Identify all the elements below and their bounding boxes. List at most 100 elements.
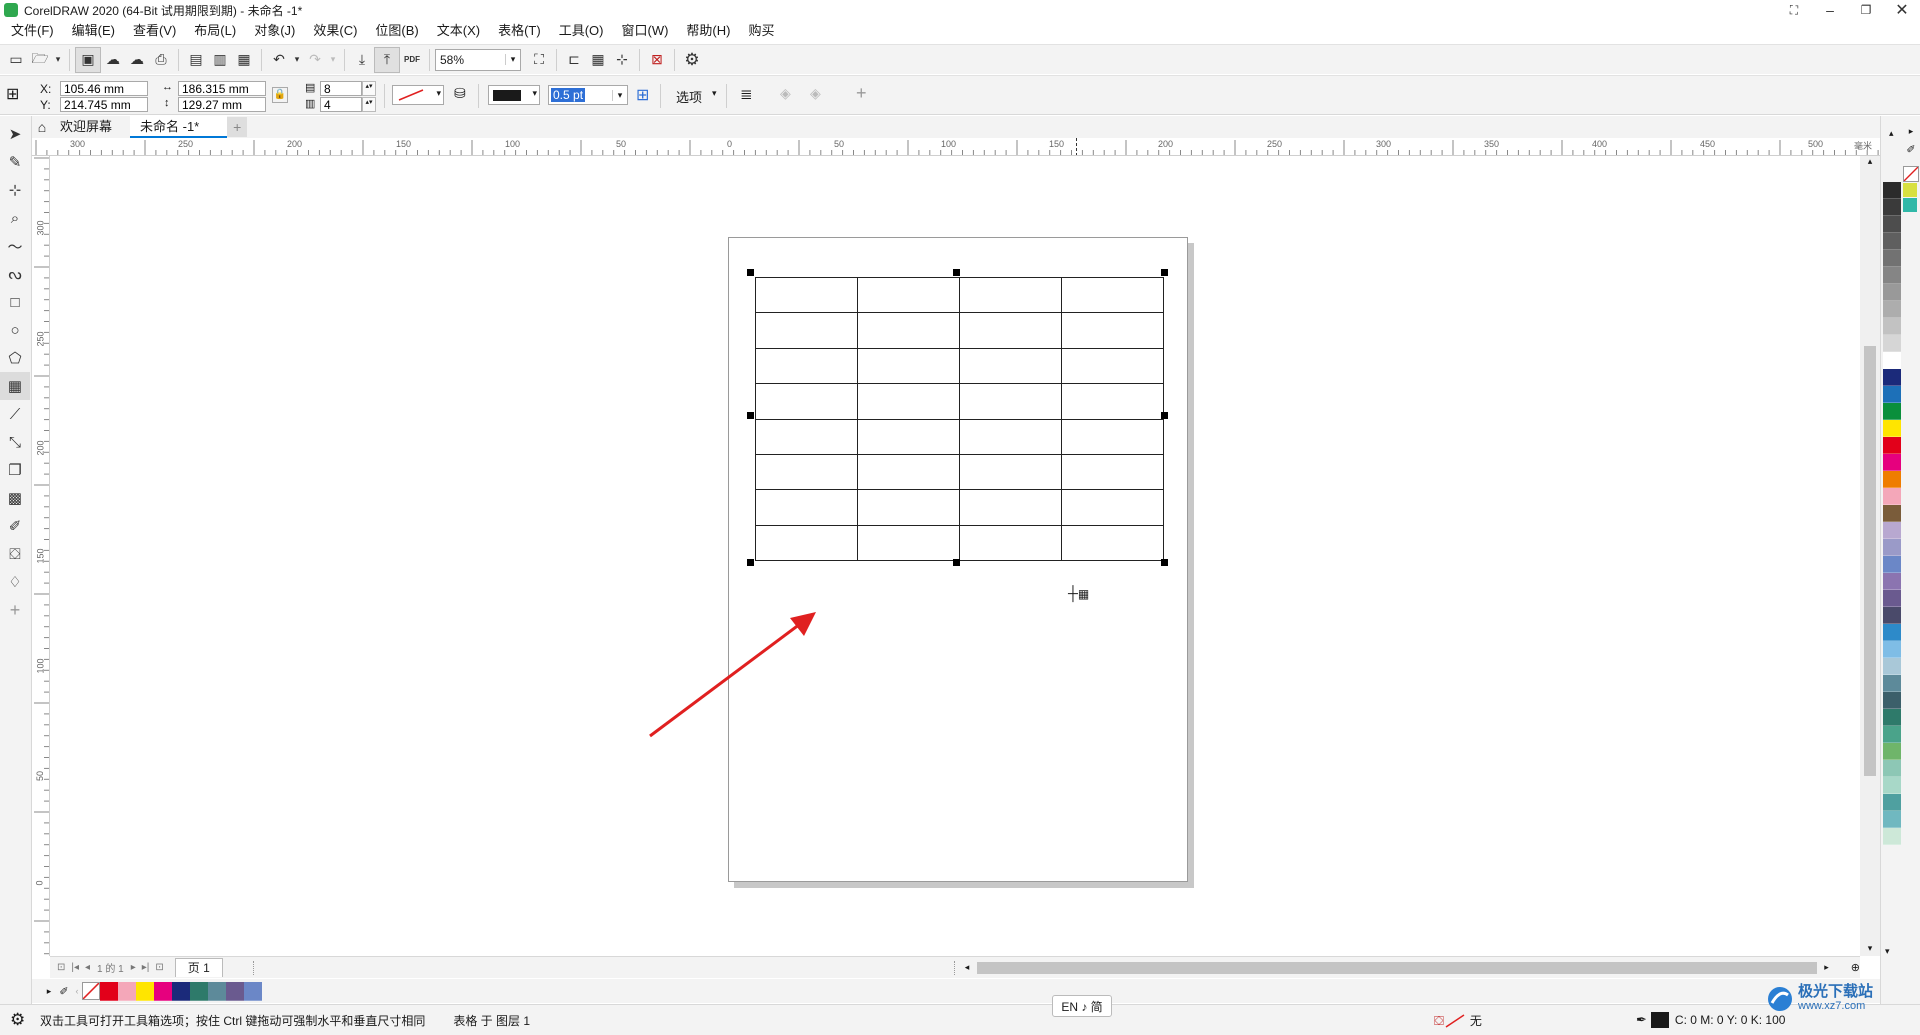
polygon-tool-icon[interactable]: ⬠ bbox=[0, 344, 30, 372]
lock-ratio-icon[interactable]: 🔒 bbox=[272, 87, 288, 103]
palette-swatch[interactable] bbox=[1883, 267, 1901, 284]
cloud-upload-icon[interactable]: ☁ bbox=[101, 48, 125, 72]
minimize-button[interactable]: ‒ bbox=[1812, 0, 1848, 20]
palette-swatch[interactable] bbox=[1883, 539, 1901, 556]
palette-swatch[interactable] bbox=[1883, 794, 1901, 811]
palette-scroll-up-icon[interactable]: ▴ bbox=[1889, 128, 1894, 139]
object-origin-icon[interactable]: ⊞ bbox=[6, 84, 28, 106]
no-color-swatch[interactable] bbox=[1903, 166, 1919, 182]
palette-swatch[interactable] bbox=[1883, 573, 1901, 590]
edit-fill-icon[interactable]: ⛁ bbox=[454, 85, 466, 102]
palette-swatch[interactable] bbox=[1883, 233, 1901, 250]
zoom-tool-icon[interactable]: ⌕ bbox=[0, 204, 30, 232]
palette-swatch[interactable] bbox=[1883, 352, 1901, 369]
menu-object[interactable]: 对象(J) bbox=[245, 20, 304, 42]
first-page-icon[interactable]: |◂ bbox=[68, 962, 82, 973]
columns-stepper[interactable]: ▴▾ bbox=[362, 97, 376, 112]
vertical-scrollbar[interactable]: ▴ ▾ bbox=[1860, 156, 1880, 956]
smart-fill-icon[interactable]: ♢ bbox=[0, 568, 30, 596]
navigator-zoom-icon[interactable]: ⊕ bbox=[1851, 961, 1860, 974]
status-fill-indicator[interactable]: ⛋ 无 bbox=[1434, 1012, 1482, 1029]
menu-text[interactable]: 文本(X) bbox=[428, 20, 489, 42]
export-icon[interactable]: ⤒ bbox=[374, 46, 400, 73]
palette-swatch[interactable] bbox=[1883, 505, 1901, 522]
cloud-download-icon[interactable]: ☁ bbox=[125, 48, 149, 72]
connector-tool-icon[interactable]: ⤡ bbox=[0, 428, 30, 456]
palette-swatch[interactable] bbox=[1883, 488, 1901, 505]
ellipse-tool-icon[interactable]: ○ bbox=[0, 316, 30, 344]
scrollbar-thumb[interactable] bbox=[1864, 346, 1876, 776]
open-dropdown-icon[interactable]: ▾ bbox=[52, 48, 64, 72]
ime-indicator[interactable]: EN ♪ 简 bbox=[1052, 995, 1112, 1017]
restore-button[interactable]: ❐ bbox=[1848, 0, 1884, 20]
border-color-picker[interactable]: ▾ bbox=[488, 85, 540, 105]
document-color-swatch[interactable] bbox=[1903, 198, 1917, 212]
palette-swatch[interactable] bbox=[1883, 777, 1901, 794]
width-field[interactable] bbox=[178, 81, 266, 96]
menu-help[interactable]: 帮助(H) bbox=[677, 20, 739, 42]
palette-scroll-down-icon[interactable]: ▾ bbox=[1885, 946, 1890, 957]
menu-layout[interactable]: 布局(L) bbox=[185, 20, 245, 42]
undo-icon[interactable]: ↶ bbox=[267, 48, 291, 72]
palette-swatch[interactable] bbox=[1883, 828, 1901, 845]
drop-shadow-icon[interactable]: ❐ bbox=[0, 456, 30, 484]
copy-icon[interactable]: ▥ bbox=[208, 48, 232, 72]
cut-icon[interactable]: ▤ bbox=[184, 48, 208, 72]
show-grid-icon[interactable]: ▦ bbox=[586, 48, 610, 72]
y-position-field[interactable] bbox=[60, 97, 148, 112]
eyedropper-icon[interactable]: ✐ bbox=[0, 512, 30, 540]
next-page-icon[interactable]: ▸ bbox=[128, 962, 139, 973]
palette-swatch[interactable] bbox=[1883, 624, 1901, 641]
document-color-swatch[interactable] bbox=[172, 981, 190, 1001]
chevron-down-icon[interactable]: ▾ bbox=[712, 88, 717, 99]
no-color-swatch[interactable] bbox=[82, 982, 100, 1000]
document-color-swatch[interactable] bbox=[100, 981, 118, 1001]
document-color-swatch[interactable] bbox=[154, 981, 172, 1001]
scroll-right-icon[interactable]: ▸ bbox=[1817, 962, 1829, 973]
previous-page-icon[interactable]: ◂ bbox=[82, 962, 93, 973]
vertical-ruler[interactable]: 300 250 200 150 100 50 0 bbox=[32, 156, 50, 956]
outline-width-select[interactable]: 0.5 pt ▾ bbox=[548, 85, 628, 105]
redo-dropdown-icon[interactable]: ▾ bbox=[327, 48, 339, 72]
gear-icon[interactable]: ⚙ bbox=[10, 1010, 32, 1030]
palette-swatch[interactable] bbox=[1883, 471, 1901, 488]
palette-swatch[interactable] bbox=[1883, 522, 1901, 539]
palette-swatch[interactable] bbox=[1883, 760, 1901, 777]
menu-file[interactable]: 文件(F) bbox=[2, 20, 63, 42]
document-color-swatch[interactable] bbox=[226, 981, 244, 1001]
document-color-swatch[interactable] bbox=[118, 981, 136, 1001]
tab-welcome-screen[interactable]: 欢迎屏幕 bbox=[52, 116, 130, 138]
selection-handle-bottom-center[interactable] bbox=[953, 559, 960, 566]
home-icon[interactable]: ⌂ bbox=[32, 119, 52, 135]
selection-handle-bottom-right[interactable] bbox=[1161, 559, 1168, 566]
scroll-left-icon[interactable]: ◂ bbox=[965, 962, 977, 973]
selection-handle-top-left[interactable] bbox=[747, 269, 754, 276]
palette-swatch[interactable] bbox=[1883, 318, 1901, 335]
palette-swatch[interactable] bbox=[1883, 420, 1901, 437]
palette-swatch[interactable] bbox=[1883, 437, 1901, 454]
menu-tools[interactable]: 工具(O) bbox=[550, 20, 613, 42]
options-menu[interactable]: 选项 bbox=[676, 87, 702, 106]
palette-swatch[interactable] bbox=[1883, 641, 1901, 658]
new-document-icon[interactable]: ▭ bbox=[4, 48, 28, 72]
add-icon[interactable]: + bbox=[856, 83, 867, 104]
palette-swatch[interactable] bbox=[1883, 675, 1901, 692]
horizontal-scrollbar[interactable]: ◂ ▸ bbox=[965, 960, 1845, 976]
freehand-tool-icon[interactable]: 〜 bbox=[0, 232, 30, 260]
window-options-icon[interactable]: ⛶ bbox=[1776, 0, 1812, 20]
selection-handle-bottom-left[interactable] bbox=[747, 559, 754, 566]
menu-table[interactable]: 表格(T) bbox=[489, 20, 550, 42]
palette-swatch[interactable] bbox=[1883, 454, 1901, 471]
selection-handle-middle-left[interactable] bbox=[747, 412, 754, 419]
menu-edit[interactable]: 编辑(E) bbox=[63, 20, 124, 42]
document-color-swatch[interactable] bbox=[244, 981, 262, 1001]
status-outline-indicator[interactable]: ✒ C: 0 M: 0 Y: 0 K: 100 bbox=[1636, 1012, 1785, 1028]
palette-swatch[interactable] bbox=[1883, 692, 1901, 709]
palette-swatch[interactable] bbox=[1883, 556, 1901, 573]
background-color-picker[interactable]: ▾ bbox=[392, 85, 444, 105]
publish-pdf-icon[interactable]: PDF bbox=[400, 48, 424, 72]
table-tool-icon[interactable]: ▦ bbox=[0, 372, 30, 400]
x-position-field[interactable] bbox=[60, 81, 148, 96]
transparency-tool-icon[interactable]: ▩ bbox=[0, 484, 30, 512]
palette-flyout-icon[interactable]: ▸ bbox=[42, 986, 56, 997]
